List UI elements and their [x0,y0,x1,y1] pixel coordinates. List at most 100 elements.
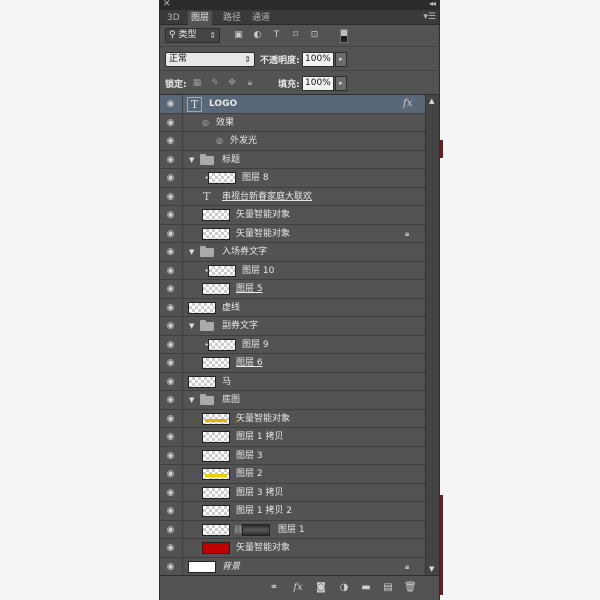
visibility-eye-icon[interactable]: ◉ [165,266,176,276]
layer-group-row[interactable]: ◉ ▼ 副券文字 [160,317,425,336]
close-icon[interactable]: ✕ [163,0,171,9]
layer-row[interactable]: ◉ 矢量智能对象 [160,409,425,428]
visibility-eye-icon[interactable]: ◉ [165,525,176,535]
layer-thumbnail[interactable] [202,431,230,443]
filter-pixel-icon[interactable]: ▣ [233,30,244,41]
visibility-eye-icon[interactable]: ◉ [165,377,176,387]
fx-icon[interactable]: fx [292,582,304,594]
layer-thumbnail[interactable] [202,486,230,499]
lock-all-icon[interactable]: 🔒︎ [245,78,255,88]
layer-row[interactable]: ◉ 矢量智能对象 [160,206,425,225]
blend-mode-select[interactable]: 正常 ⇕ [165,52,255,67]
visibility-eye-icon[interactable]: ◉ [165,543,176,553]
trash-icon[interactable]: 🗑︎ [404,582,417,594]
layer-group-row[interactable]: ◉ ▼ 标题 [160,150,425,169]
layer-thumbnail[interactable] [188,560,216,573]
visibility-eye-icon[interactable]: ◉ [165,229,176,239]
layer-thumbnail[interactable] [202,468,230,480]
tab-channels[interactable]: 通道 [249,11,273,25]
tab-paths[interactable]: 路径 [220,11,244,25]
visibility-eye-icon[interactable]: ◉ [165,432,176,442]
visibility-eye-icon[interactable]: ◉ [165,247,176,257]
layer-row[interactable]: ◉ T 串视台新春家庭大联欢 [160,187,425,206]
group-expand-icon[interactable]: ▼ [189,321,197,331]
layer-thumbnail[interactable] [208,172,236,184]
layer-thumbnail[interactable] [202,283,230,295]
layer-row[interactable]: ◉ 图层 2 [160,465,425,484]
visibility-eye-icon[interactable]: ◉ [165,358,176,368]
layer-thumbnail[interactable] [202,505,230,517]
layer-group-row[interactable]: ◉ ▼ 底图 [160,391,425,410]
filter-adjustment-icon[interactable]: ◐ [252,30,263,41]
layer-row[interactable]: ◉ 图层 3 [160,446,425,465]
filter-type-icon[interactable]: T [271,30,282,41]
filter-toggle[interactable] [340,29,348,43]
layer-thumbnail[interactable] [202,227,230,240]
visibility-eye-icon[interactable]: ◉ [165,469,176,479]
group-expand-icon[interactable]: ▼ [189,155,197,165]
lock-transparent-icon[interactable]: ▦ [192,78,202,88]
layer-row[interactable]: ◉ 虚线 [160,298,425,317]
filter-kind-select[interactable]: ⚲ 类型 ⇕ [165,28,220,43]
visibility-eye-icon[interactable]: ◉ [165,451,176,461]
visibility-eye-icon[interactable]: ◉ [165,506,176,516]
layer-row[interactable]: ◉ T LOGO fx [160,95,425,114]
layer-row[interactable]: ◉↲图层 10 [160,261,425,280]
visibility-eye-icon[interactable]: ◉ [165,284,176,294]
visibility-eye-icon[interactable]: ◉ [165,155,176,165]
visibility-eye-icon[interactable]: ◉ [165,303,176,313]
layer-thumbnail[interactable] [202,523,230,536]
layer-thumbnail[interactable] [202,209,230,221]
visibility-eye-icon[interactable]: ◉ [165,192,176,202]
fill-dropdown-button[interactable]: ▸ [335,76,347,91]
effect-row[interactable]: ◉ ◎ 效果 [160,113,425,132]
visibility-eye-icon[interactable]: ◉ [165,173,176,183]
layer-thumbnail[interactable] [202,412,230,425]
mask-icon[interactable]: ◙ [315,582,327,594]
scroll-up-icon[interactable]: ▲ [429,97,434,105]
visibility-eye-icon[interactable]: ◉ [165,118,176,128]
layer-row[interactable]: ◉ 图层 5 [160,280,425,299]
layer-row[interactable]: ◉ 图层 1 拷贝 [160,428,425,447]
layer-thumbnail[interactable] [202,542,230,554]
filter-shape-icon[interactable]: ⌑ [290,30,301,41]
layer-group-row[interactable]: ◉ ▼ 入场券文字 [160,243,425,262]
visibility-eye-icon[interactable]: ◉ [165,395,176,405]
layer-thumbnail[interactable] [208,264,236,277]
filter-smartobject-icon[interactable]: ⊡ [309,30,320,41]
layer-mask-thumbnail[interactable] [242,523,270,536]
lock-move-icon[interactable]: ✥ [227,78,237,88]
lock-brush-icon[interactable]: ✎ [210,78,220,88]
layer-row[interactable]: ◉ 图层 1 拷贝 2 [160,502,425,521]
link-icon[interactable]: ⚭ [268,582,280,594]
layer-row[interactable]: ◉ 矢量智能对象 🔒︎ [160,224,425,243]
layer-effects-icon[interactable]: fx [403,98,412,109]
layer-thumbnail[interactable] [202,449,230,462]
visibility-eye-icon[interactable]: ◉ [165,414,176,424]
layer-thumbnail[interactable] [188,301,216,314]
visibility-eye-icon[interactable]: ◉ [165,99,176,109]
adjustment-icon[interactable]: ◑ [338,582,350,594]
layer-thumbnail[interactable] [208,338,236,351]
scroll-down-icon[interactable]: ▼ [429,565,434,573]
layer-row[interactable]: ◉ 图层 6 [160,354,425,373]
visibility-eye-icon[interactable]: ◉ [165,340,176,350]
layer-row[interactable]: ◉ 马 [160,372,425,391]
fill-input[interactable]: 100% [302,76,334,91]
layer-row[interactable]: ◉ 图层 3 拷贝 [160,483,425,502]
opacity-input[interactable]: 100% [302,52,334,67]
layer-row[interactable]: ◉ 背景 🔒︎ [160,557,425,575]
collapse-icon[interactable]: ◂◂ [429,0,436,8]
effects-visibility-icon[interactable]: ◎ [202,118,209,127]
layer-thumbnail[interactable] [202,357,230,369]
group-expand-icon[interactable]: ▼ [189,395,197,405]
layer-row[interactable]: ◉ ⛓ 图层 1 [160,520,425,539]
group-expand-icon[interactable]: ▼ [189,247,197,257]
opacity-dropdown-button[interactable]: ▸ [335,52,347,67]
visibility-eye-icon[interactable]: ◉ [165,210,176,220]
tab-3d[interactable]: 3D [164,11,183,25]
layer-row[interactable]: ◉ 矢量智能对象 [160,539,425,558]
layer-row[interactable]: ◉↲图层 9 [160,335,425,354]
visibility-eye-icon[interactable]: ◉ [165,136,176,146]
effect-visibility-icon[interactable]: ◎ [216,136,223,145]
